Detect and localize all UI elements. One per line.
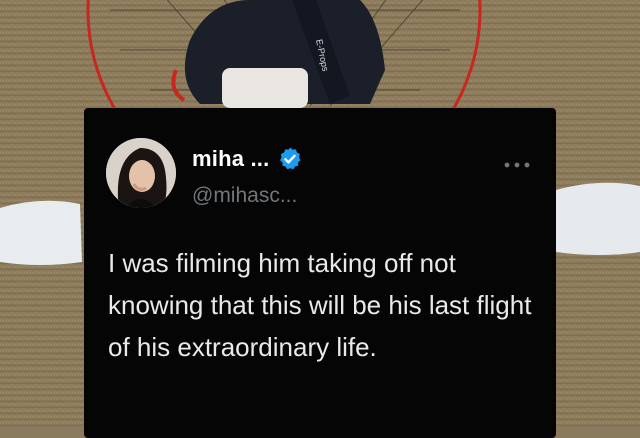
- more-horizontal-icon[interactable]: [502, 150, 532, 176]
- avatar-portrait: [106, 138, 176, 208]
- avatar[interactable]: [106, 138, 176, 208]
- tweet-card[interactable]: miha ... @mihasc... I was filming him ta…: [84, 108, 556, 438]
- wing-left: [0, 200, 82, 265]
- harness-pack: [222, 68, 308, 108]
- verified-badge-icon: [277, 146, 303, 172]
- name-row: miha ...: [192, 146, 303, 172]
- user-handle[interactable]: @mihasc...: [192, 184, 297, 208]
- tweet-text: I was filming him taking off not knowing…: [108, 248, 532, 362]
- wing-right: [556, 182, 640, 255]
- display-name[interactable]: miha ...: [192, 146, 269, 172]
